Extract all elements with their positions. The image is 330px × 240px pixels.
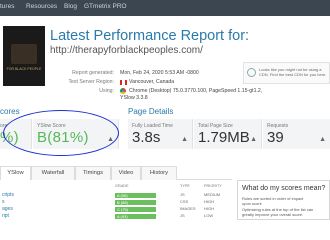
report-title: Latest Performance Report for: (50, 28, 250, 44)
report-url[interactable]: http://therapyforblackpeoples.com/ (50, 45, 203, 56)
cdn-notice-line2: Find the best CDN for you here. (269, 72, 327, 77)
server-label: Test Server Region: (68, 79, 114, 85)
cdn-notice[interactable]: Looks like you might not be using a CDN.… (243, 62, 330, 84)
page-details-heading: Page Details (128, 107, 174, 116)
page-size-value: 1.79MB (198, 129, 250, 146)
load-time-card: Fully Loaded Time 3.8s ▲ (128, 119, 193, 149)
table-row[interactable]: s B (88) CSS HIGH (0, 199, 232, 206)
top-navigation: tures Resources Blog GTmetrix PRO (0, 0, 330, 16)
site-logo-text: FOR BLACK PEOPLE (6, 67, 42, 71)
generated-value: Mon, Feb 24, 2020 5:53 AM -0800 (120, 70, 199, 76)
rule-type: JS (180, 213, 185, 218)
trend-up-icon: ▲ (107, 136, 114, 143)
column-type-header: TYPE (180, 184, 190, 188)
trend-up-icon: ▲ (181, 136, 188, 143)
requests-value: 39 (267, 129, 284, 146)
rule-type: CSS (180, 199, 189, 204)
grade-bar: B (88) (115, 200, 156, 205)
performance-scores-heading: cores (0, 107, 20, 116)
canada-flag-icon (120, 80, 127, 85)
column-grade-header: GRADE (115, 184, 129, 188)
table-row[interactable]: ript A (93) JS LOW (0, 213, 232, 220)
info-icon (247, 68, 256, 77)
server-value: Vancouver, Canada (129, 79, 175, 85)
pagespeed-score-value: %) (0, 129, 19, 146)
rule-type: JS (180, 192, 185, 197)
grade-bar: A (98) (115, 193, 156, 198)
using-value-line1: Chrome (Desktop) 75.0.3770.100, PageSpee… (129, 88, 263, 94)
nav-item-blog[interactable]: Blog (64, 3, 77, 10)
rule-priority: HIGH (204, 199, 214, 204)
generated-label: Report generated: (72, 70, 114, 76)
trend-up-icon: ▲ (250, 136, 257, 143)
grade-bar: A (93) (115, 214, 156, 219)
nav-item-features[interactable]: tures (0, 3, 14, 10)
tab-timings[interactable]: Timings (75, 166, 111, 180)
table-row[interactable]: cripts A (98) JS MEDIUM (0, 192, 232, 199)
grade-value: B (88) (117, 200, 128, 205)
grade-value: A (93) (117, 214, 128, 219)
scores-help-box: What do my scores mean? Rules are sorted… (237, 180, 330, 220)
rule-name[interactable]: ages (2, 206, 13, 212)
rule-name[interactable]: cripts (2, 192, 14, 198)
grade-value: C (75) (117, 207, 129, 212)
chrome-icon (120, 88, 126, 94)
nav-item-resources[interactable]: Resources (26, 3, 57, 10)
page-screenshot-thumbnail[interactable]: FOR BLACK PEOPLE (3, 26, 45, 86)
tab-video[interactable]: Video (111, 166, 141, 180)
rule-name[interactable]: ript (2, 213, 9, 219)
help-line: greatly improve your overall score. (242, 212, 304, 217)
site-logo (11, 44, 37, 64)
load-time-value: 3.8s (132, 129, 161, 146)
rule-priority: HIGH (204, 206, 214, 211)
table-row[interactable]: ages C (75) IMAGES HIGH (0, 206, 232, 213)
yslow-score-card: YSlow Score B(81%) ▲ (33, 119, 119, 149)
pagespeed-score-card: ore %) (0, 119, 32, 149)
tab-yslow[interactable]: YSlow (0, 166, 31, 180)
using-value-line2: YSlow 3.3.8 (120, 95, 148, 101)
rule-priority: MEDIUM (204, 192, 221, 197)
page-size-card: Total Page Size 1.79MB ▲ (194, 119, 262, 149)
trend-up-icon: ▲ (319, 136, 326, 143)
tab-waterfall[interactable]: Waterfall (31, 166, 75, 180)
column-priority-header: PRIORITY (204, 184, 222, 188)
rule-type: IMAGES (180, 206, 196, 211)
tab-history[interactable]: History (141, 166, 177, 180)
requests-card: Requests 39 ▲ (263, 119, 330, 149)
report-tabs: YSlow Waterfall Timings Video History (0, 166, 232, 180)
rule-priority: LOW (204, 213, 214, 218)
grade-value: A (98) (117, 193, 128, 198)
help-line: upon score (242, 201, 262, 206)
grade-bar: C (75) (115, 207, 156, 212)
using-label: Using: (99, 88, 114, 94)
help-title: What do my scores mean? (242, 185, 326, 192)
rule-name[interactable]: s (2, 199, 5, 205)
nav-item-gtmetrix-pro[interactable]: GTmetrix PRO (84, 3, 127, 10)
yslow-score-value: B(81%) (37, 129, 89, 146)
